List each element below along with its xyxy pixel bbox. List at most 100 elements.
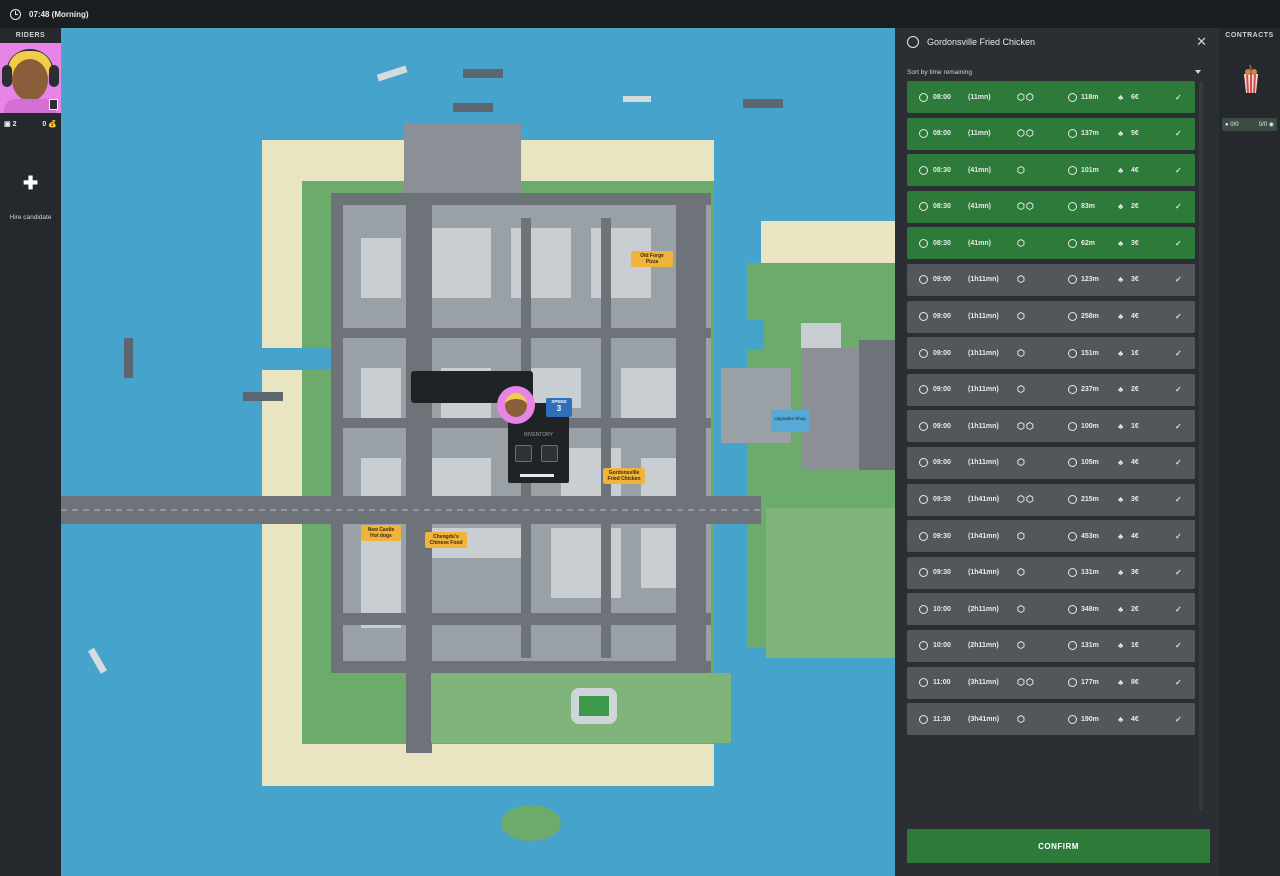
order-row[interactable]: 09:00 (1h11mn) ⬡ 151m ♣ 1€ ✓ — [907, 337, 1195, 370]
trophy-icon: ♣ — [1118, 312, 1124, 322]
riders-title: RIDERS — [15, 32, 46, 39]
order-time: 08:00 — [933, 130, 951, 138]
order-time: 09:00 — [933, 313, 951, 321]
order-time: 09:00 — [933, 459, 951, 467]
rider-map-marker[interactable] — [497, 386, 535, 424]
order-row[interactable]: 08:30 (41mn) ⬡ 101m ♣ 4€ ✓ — [907, 154, 1195, 187]
trophy-icon: ♣ — [1118, 458, 1124, 468]
checkmark-icon[interactable]: ✓ — [1175, 532, 1182, 541]
restaurant-label[interactable]: Old Forge Pizza — [631, 251, 673, 267]
inventory-slot[interactable] — [541, 445, 558, 462]
order-price: 1€ — [1131, 349, 1139, 357]
checkmark-icon[interactable]: ✓ — [1175, 312, 1182, 321]
order-distance: 348m — [1081, 605, 1099, 613]
channel-east — [714, 320, 764, 350]
order-time: 11:00 — [933, 679, 951, 686]
game-time: 07:48 (Morning) — [29, 9, 89, 19]
checkmark-icon[interactable]: ✓ — [1175, 458, 1182, 467]
order-row[interactable]: 09:30 (1h41mn) ⬡ 131m ♣ 3€ ✓ — [907, 556, 1195, 589]
order-distance: 123m — [1081, 276, 1099, 284]
restaurant-label[interactable]: Chengdu's Chinese Food — [425, 532, 467, 548]
checkmark-icon[interactable]: ✓ — [1175, 715, 1182, 724]
riders-panel: RIDERS ▣ 2 0 💰 ✚ Hire candidate — [0, 28, 61, 876]
order-remaining: (1h11mn) — [968, 349, 999, 357]
order-row[interactable]: 09:30 (1h41mn) ⬡⬡ 215m ♣ 3€ ✓ — [907, 483, 1195, 516]
location-pin-icon — [1068, 129, 1077, 139]
order-distance: 190m — [1081, 715, 1099, 723]
order-row[interactable]: 08:30 (41mn) ⬡ 62m ♣ 3€ ✓ — [907, 227, 1195, 260]
checkmark-icon[interactable]: ✓ — [1175, 678, 1182, 687]
location-pin-icon — [1068, 714, 1077, 724]
checkmark-icon[interactable]: ✓ — [1175, 568, 1182, 577]
order-row[interactable]: 09:00 (1h11mn) ⬡ 105m ♣ 4€ ✓ — [907, 446, 1195, 479]
order-distance: 215m — [1081, 496, 1099, 504]
order-row[interactable]: 11:00 (3h11mn) ⬡⬡ 177m ♣ 8€ ✓ — [907, 666, 1195, 699]
location-pin-icon — [1068, 421, 1077, 431]
plus-icon[interactable]: ✚ — [23, 173, 38, 194]
order-time: 09:30 — [933, 532, 951, 540]
order-time: 09:00 — [933, 349, 951, 357]
headphone-right-icon — [49, 65, 59, 87]
checkmark-icon[interactable]: ✓ — [1175, 495, 1182, 504]
order-row[interactable]: 08:00 (11mn) ⬡⬡ 137m ♣ 5€ ✓ — [907, 117, 1195, 150]
checkmark-icon[interactable]: ✓ — [1175, 422, 1182, 431]
order-remaining: (2h11mn) — [968, 605, 999, 613]
inventory-title: INVENTORY — [524, 432, 553, 438]
rider-avatar[interactable] — [0, 43, 61, 113]
order-time: 08:30 — [933, 203, 951, 211]
hire-candidate-button[interactable]: Hire candidate — [0, 214, 61, 221]
rider-package-count: ▣ 2 — [4, 121, 17, 128]
sort-dropdown[interactable]: Sort by time remaining — [907, 64, 1207, 80]
scrollbar[interactable] — [1199, 81, 1203, 811]
order-row[interactable]: 11:30 (3h41mn) ⬡ 190m ♣ 4€ ✓ — [907, 703, 1195, 736]
package-icon: ⬡⬡ — [1017, 201, 1035, 212]
restaurant-label[interactable]: Gordonsville Fried Chicken — [603, 468, 645, 484]
order-row[interactable]: 10:00 (2h11mn) ⬡ 348m ♣ 2€ ✓ — [907, 593, 1195, 626]
clock-icon — [919, 129, 928, 139]
order-time: 09:00 — [933, 276, 951, 284]
clock-icon — [919, 641, 928, 651]
checkmark-icon[interactable]: ✓ — [1175, 202, 1182, 211]
checkmark-icon[interactable]: ✓ — [1175, 129, 1182, 138]
location-pin-icon — [1068, 604, 1077, 614]
package-icon: ⬡⬡ — [1017, 91, 1035, 102]
inventory-slot[interactable] — [515, 445, 532, 462]
package-icon: ⬡ — [1017, 347, 1026, 358]
headphone-left-icon — [2, 65, 12, 87]
order-row[interactable]: 10:00 (2h11mn) ⬡ 131m ♣ 1€ ✓ — [907, 629, 1195, 662]
speed-badge: SPEED 3 — [546, 398, 572, 417]
checkmark-icon[interactable]: ✓ — [1175, 641, 1182, 650]
order-remaining: (1h41mn) — [968, 569, 1000, 577]
order-row[interactable]: 09:30 (1h41mn) ⬡ 453m ♣ 4€ ✓ — [907, 520, 1195, 553]
clock-icon — [919, 312, 928, 322]
order-row[interactable]: 09:00 (1h11mn) ⬡ 237m ♣ 2€ ✓ — [907, 373, 1195, 406]
order-row[interactable]: 08:00 (11mn) ⬡⬡ 118m ♣ 6€ ✓ — [907, 81, 1195, 113]
checkmark-icon[interactable]: ✓ — [1175, 349, 1182, 358]
confirm-button[interactable]: CONFIRM — [907, 829, 1210, 863]
order-row[interactable]: 09:00 (1h11mn) ⬡ 258m ♣ 4€ ✓ — [907, 300, 1195, 333]
city-map[interactable]: Old Forge Pizza Gordonsville Fried Chick… — [61, 28, 895, 876]
checkmark-icon[interactable]: ✓ — [1175, 275, 1182, 284]
order-time: 09:00 — [933, 422, 951, 430]
order-distance: 62m — [1081, 239, 1096, 247]
order-remaining: (1h11mn) — [968, 386, 999, 394]
location-pin-icon — [1068, 165, 1077, 175]
upgrades-shop-label[interactable]: Upgrades Shop — [771, 410, 809, 432]
close-icon[interactable]: ✕ — [1196, 34, 1207, 50]
location-pin-icon — [1068, 678, 1077, 687]
order-remaining: (3h11mn) — [968, 679, 999, 686]
order-row[interactable]: 09:00 (1h11mn) ⬡ 123m ♣ 3€ ✓ — [907, 263, 1195, 296]
order-row[interactable]: 08:30 (41mn) ⬡⬡ 83m ♣ 2€ ✓ — [907, 190, 1195, 223]
checkmark-icon[interactable]: ✓ — [1175, 605, 1182, 614]
checkmark-icon[interactable]: ✓ — [1175, 385, 1182, 394]
restaurant-label[interactable]: New Castle Hot dogs — [361, 525, 401, 541]
order-row[interactable]: 09:00 (1h11mn) ⬡⬡ 100m ♣ 1€ ✓ — [907, 410, 1195, 443]
checkmark-icon[interactable]: ✓ — [1175, 93, 1182, 102]
trophy-icon: ♣ — [1118, 568, 1124, 578]
clock-icon — [919, 165, 928, 175]
checkmark-icon[interactable]: ✓ — [1175, 239, 1182, 248]
location-pin-icon — [1068, 275, 1077, 285]
checkmark-icon[interactable]: ✓ — [1175, 166, 1182, 175]
clock-icon — [919, 238, 928, 248]
package-icon: ⬡ — [1017, 640, 1026, 651]
